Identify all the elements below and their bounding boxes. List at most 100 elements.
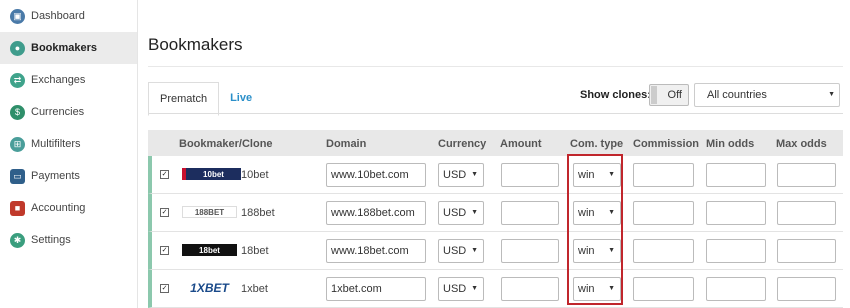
com-type-select[interactable]: win ▼ — [573, 201, 621, 225]
sidebar-item-payments[interactable]: ▭ Payments — [0, 160, 137, 192]
sidebar-item-label: Bookmakers — [31, 42, 98, 54]
bookmakers-icon: ● — [10, 40, 25, 56]
commission-input[interactable] — [633, 201, 694, 225]
row-checkbox[interactable]: ✓ — [160, 284, 169, 293]
column-header-min-odds: Min odds — [706, 138, 755, 150]
amount-input[interactable] — [501, 201, 559, 225]
sidebar-item-settings[interactable]: ✱ Settings — [0, 224, 137, 256]
bookmaker-name: 188bet — [241, 207, 275, 219]
currency-select[interactable]: USD ▼ — [438, 239, 484, 263]
table-row: ✓ 188BET 188bet www.188bet.com USD ▼ win ▼ — [148, 194, 843, 232]
sidebar-item-label: Exchanges — [31, 74, 86, 86]
exchanges-icon: ⇄ — [10, 72, 25, 88]
row-checkbox[interactable]: ✓ — [160, 170, 169, 179]
chevron-down-icon: ▼ — [828, 91, 835, 98]
toggle-knob — [651, 86, 657, 104]
sidebar-item-label: Dashboard — [31, 10, 85, 22]
column-header-amount: Amount — [500, 138, 542, 150]
row-checkbox[interactable]: ✓ — [160, 208, 169, 217]
com-type-select[interactable]: win ▼ — [573, 163, 621, 187]
min-odds-input[interactable] — [706, 163, 766, 187]
sidebar-item-label: Accounting — [31, 202, 86, 214]
max-odds-input[interactable] — [777, 201, 836, 225]
commission-input[interactable] — [633, 239, 694, 263]
title-divider — [148, 66, 843, 67]
bookmaker-name: 18bet — [241, 245, 269, 257]
sidebar-item-exchanges[interactable]: ⇄ Exchanges — [0, 64, 137, 96]
max-odds-input[interactable] — [777, 277, 836, 301]
domain-input[interactable]: www.18bet.com — [326, 239, 426, 263]
amount-input[interactable] — [501, 239, 559, 263]
bookmaker-name: 10bet — [241, 169, 269, 181]
sidebar-item-accounting[interactable]: ■ Accounting — [0, 192, 137, 224]
tabs: Prematch Live — [148, 82, 263, 116]
chevron-down-icon: ▼ — [608, 285, 615, 292]
tab-prematch[interactable]: Prematch — [148, 82, 220, 116]
sidebar-item-label: Payments — [31, 170, 80, 182]
chevron-down-icon: ▼ — [471, 171, 478, 178]
sidebar-item-label: Currencies — [31, 106, 85, 118]
sidebar-item-label: Settings — [31, 234, 71, 246]
currency-value: USD — [443, 245, 467, 257]
currency-select[interactable]: USD ▼ — [438, 277, 484, 301]
dashboard-icon: ▣ — [10, 8, 25, 24]
column-header-domain: Domain — [326, 138, 367, 150]
table-header: Bookmaker/Clone Domain Currency Amount C… — [148, 130, 843, 156]
sidebar-item-bookmakers[interactable]: ● Bookmakers — [0, 32, 137, 64]
domain-input[interactable]: www.10bet.com — [326, 163, 426, 187]
column-header-currency: Currency — [438, 138, 487, 150]
com-type-value: win — [578, 245, 595, 257]
chevron-down-icon: ▼ — [608, 171, 615, 178]
tab-live[interactable]: Live — [219, 82, 263, 114]
com-type-select[interactable]: win ▼ — [573, 277, 621, 301]
com-type-value: win — [578, 169, 595, 181]
chevron-down-icon: ▼ — [471, 209, 478, 216]
bookmaker-logo: 188BET — [182, 206, 237, 218]
sidebar-item-multifilters[interactable]: ⊞ Multifilters — [0, 128, 137, 160]
com-type-select[interactable]: win ▼ — [573, 239, 621, 263]
column-header-commission: Commission — [633, 138, 700, 150]
settings-icon: ✱ — [10, 232, 25, 248]
main-content: Bookmakers Prematch Live Show clones: Of… — [148, 0, 850, 308]
row-checkbox[interactable]: ✓ — [160, 246, 169, 255]
min-odds-input[interactable] — [706, 239, 766, 263]
currency-select[interactable]: USD ▼ — [438, 163, 484, 187]
amount-input[interactable] — [501, 277, 559, 301]
com-type-value: win — [578, 283, 595, 295]
max-odds-input[interactable] — [777, 163, 836, 187]
tabs-divider — [148, 113, 843, 114]
min-odds-input[interactable] — [706, 277, 766, 301]
show-clones-toggle[interactable]: Off — [649, 84, 689, 106]
toggle-state: Off — [667, 89, 682, 101]
payments-icon: ▭ — [10, 168, 25, 184]
chevron-down-icon: ▼ — [471, 247, 478, 254]
domain-input[interactable]: www.188bet.com — [326, 201, 426, 225]
max-odds-input[interactable] — [777, 239, 836, 263]
multifilters-icon: ⊞ — [10, 136, 25, 152]
currency-select[interactable]: USD ▼ — [438, 201, 484, 225]
sidebar-item-dashboard[interactable]: ▣ Dashboard — [0, 0, 137, 32]
commission-input[interactable] — [633, 163, 694, 187]
chevron-down-icon: ▼ — [608, 247, 615, 254]
country-select[interactable]: All countries ▼ — [694, 83, 840, 107]
currency-value: USD — [443, 207, 467, 219]
bookmakers-table: Bookmaker/Clone Domain Currency Amount C… — [148, 130, 843, 308]
page-title: Bookmakers — [148, 35, 243, 54]
country-select-value: All countries — [707, 89, 767, 101]
accounting-icon: ■ — [10, 200, 25, 216]
column-header-com-type: Com. type — [570, 138, 624, 150]
min-odds-input[interactable] — [706, 201, 766, 225]
commission-input[interactable] — [633, 277, 694, 301]
column-header-max-odds: Max odds — [776, 138, 827, 150]
bookmaker-logo: 1XBET — [182, 281, 237, 295]
sidebar-item-currencies[interactable]: $ Currencies — [0, 96, 137, 128]
domain-input[interactable]: 1xbet.com — [326, 277, 426, 301]
chevron-down-icon: ▼ — [608, 209, 615, 216]
sidebar: ▣ Dashboard ● Bookmakers ⇄ Exchanges $ C… — [0, 0, 138, 308]
bookmaker-name: 1xbet — [241, 283, 268, 295]
table-row: ✓ 1XBET 1xbet 1xbet.com USD ▼ win ▼ — [148, 270, 843, 308]
currency-value: USD — [443, 283, 467, 295]
bookmaker-logo: 10bet — [182, 168, 241, 180]
chevron-down-icon: ▼ — [471, 285, 478, 292]
amount-input[interactable] — [501, 163, 559, 187]
